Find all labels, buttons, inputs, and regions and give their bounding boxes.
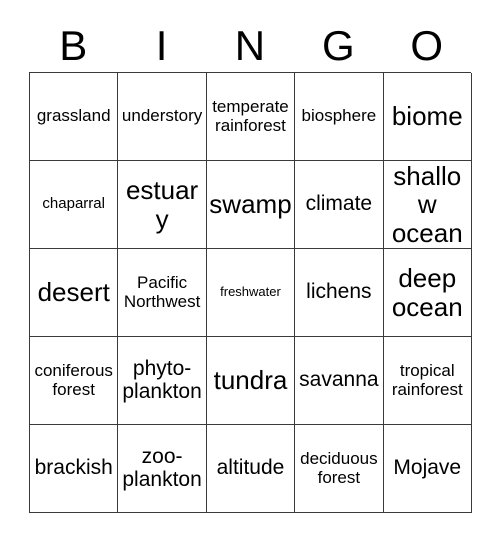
bingo-cell-label: coniferous forest: [34, 361, 113, 399]
bingo-cell[interactable]: altitude: [206, 425, 296, 513]
bingo-cell-label: freshwater: [220, 284, 281, 300]
bingo-cell[interactable]: freshwater: [206, 249, 296, 337]
bingo-row: brackish zoo-plankton altitude deciduous…: [30, 425, 472, 513]
bingo-cell-label: climate: [305, 192, 373, 216]
bingo-cell-label: shallow ocean: [391, 161, 463, 248]
bingo-cell[interactable]: Pacific Northwest: [118, 249, 207, 337]
bingo-cell[interactable]: tundra: [206, 337, 296, 425]
bingo-cell[interactable]: temperate rainforest: [206, 73, 296, 161]
bingo-cell[interactable]: tropical rainforest: [383, 337, 472, 425]
bingo-cell[interactable]: Mojave: [383, 425, 472, 513]
bingo-header-row: B I N G O: [29, 20, 471, 72]
bingo-cell-label: chaparral: [42, 195, 105, 213]
bingo-cell-label: tundra: [213, 365, 288, 396]
bingo-row: chaparral estuary swamp climate shallow …: [30, 161, 472, 249]
bingo-cell[interactable]: phyto-plankton: [118, 337, 207, 425]
bingo-cell-label: zoo-plankton: [122, 444, 202, 491]
bingo-cell[interactable]: swamp: [206, 161, 296, 249]
bingo-cell-label: biome: [391, 101, 463, 132]
bingo-cell[interactable]: understory: [118, 73, 207, 161]
bingo-row: desert Pacific Northwest freshwater lich…: [30, 249, 472, 337]
bingo-cell[interactable]: deciduous forest: [295, 425, 384, 513]
bingo-cell-label: temperate rainforest: [212, 97, 289, 135]
bingo-cell[interactable]: deep ocean: [383, 249, 472, 337]
bingo-cell-label: deep ocean: [391, 263, 463, 322]
bingo-cell-label: swamp: [209, 189, 292, 220]
bingo-cell-label: desert: [37, 277, 110, 308]
bingo-cell[interactable]: shallow ocean: [383, 161, 472, 249]
bingo-row: coniferous forest phyto-plankton tundra …: [30, 337, 472, 425]
bingo-cell-label: altitude: [216, 456, 285, 480]
bingo-cell-label: estuary: [125, 175, 199, 234]
bingo-header-letter-i: I: [155, 22, 168, 69]
bingo-cell[interactable]: coniferous forest: [30, 337, 119, 425]
bingo-grid: grassland understory temperate rainfores…: [29, 72, 472, 513]
bingo-cell-label: deciduous forest: [300, 449, 378, 487]
bingo-header-letter-b: B: [59, 22, 88, 69]
bingo-cell-label: biosphere: [301, 106, 377, 126]
bingo-cell-label: brackish: [34, 456, 113, 480]
bingo-cell[interactable]: savanna: [295, 337, 384, 425]
bingo-cell-label: lichens: [306, 280, 372, 304]
bingo-cell[interactable]: estuary: [118, 161, 207, 249]
bingo-card: B I N G O grassland understory temperate…: [29, 20, 472, 513]
bingo-cell[interactable]: zoo-plankton: [118, 425, 207, 513]
bingo-cell[interactable]: climate: [295, 161, 384, 249]
bingo-cell-label: Mojave: [393, 456, 462, 480]
bingo-cell[interactable]: biosphere: [295, 73, 384, 161]
bingo-cell[interactable]: chaparral: [30, 161, 119, 249]
bingo-cell-label: Pacific Northwest: [123, 273, 201, 311]
bingo-header-letter-g: G: [322, 22, 355, 69]
bingo-cell[interactable]: grassland: [30, 73, 119, 161]
bingo-header-letter-o: O: [410, 22, 444, 69]
bingo-cell-label: phyto-plankton: [122, 356, 202, 403]
bingo-cell-label: tropical rainforest: [391, 361, 463, 399]
bingo-row: grassland understory temperate rainfores…: [30, 73, 472, 161]
bingo-cell-label: savanna: [299, 368, 379, 392]
bingo-cell-label: understory: [121, 106, 203, 126]
bingo-cell[interactable]: brackish: [30, 425, 119, 513]
bingo-cell[interactable]: biome: [383, 73, 472, 161]
bingo-cell[interactable]: desert: [30, 249, 119, 337]
bingo-header-letter-n: N: [234, 22, 266, 69]
bingo-cell-label: grassland: [36, 106, 111, 126]
bingo-cell[interactable]: lichens: [295, 249, 384, 337]
